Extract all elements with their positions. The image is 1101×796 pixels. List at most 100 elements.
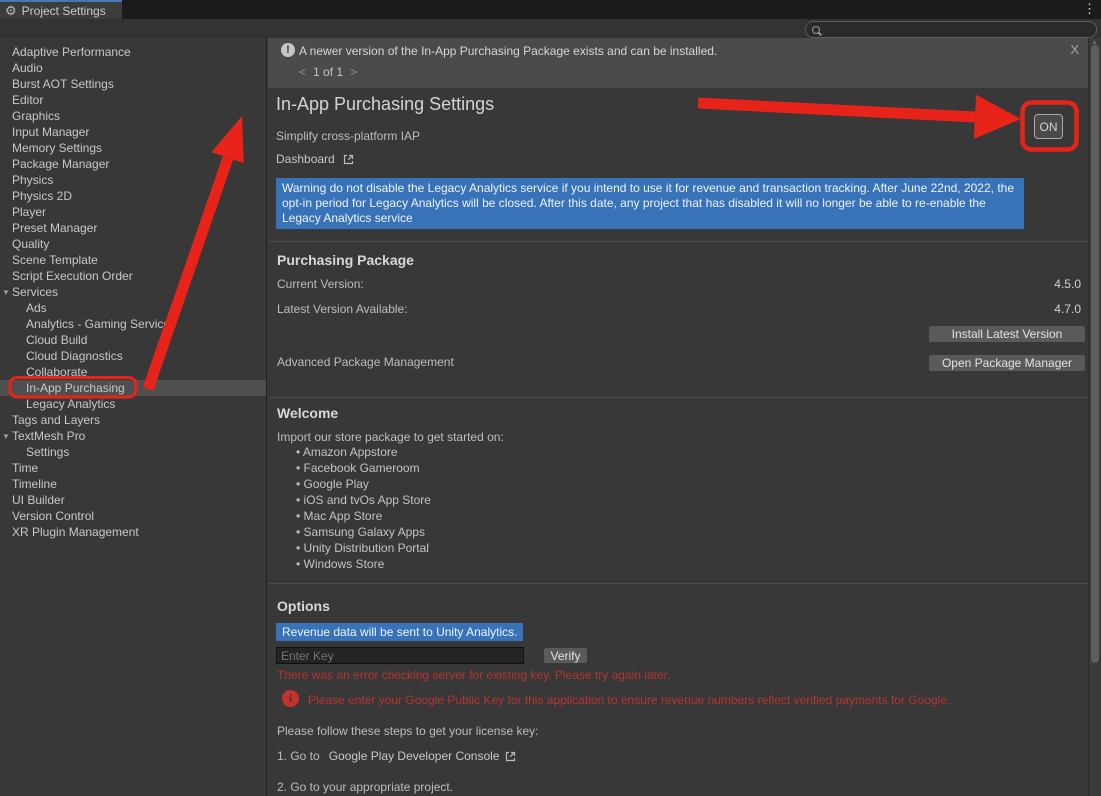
sidebar-item-label: Timeline: [12, 477, 57, 491]
kebab-menu-icon[interactable]: ⋮: [1083, 1, 1096, 17]
sidebar-item-label: UI Builder: [12, 493, 65, 507]
dashboard-link[interactable]: Dashboard: [276, 152, 355, 166]
sidebar-item-label: Legacy Analytics: [26, 397, 115, 411]
sidebar-item-label: Tags and Layers: [12, 413, 100, 427]
sidebar-item[interactable]: ▼ Quality: [0, 236, 266, 252]
sidebar-item[interactable]: ▼ Physics 2D: [0, 188, 266, 204]
welcome-intro: Import our store package to get started …: [277, 430, 504, 444]
pager-next-button[interactable]: >: [350, 65, 357, 79]
sidebar-item[interactable]: ▼ Time: [0, 460, 266, 476]
sidebar-item[interactable]: ▼ Timeline: [0, 476, 266, 492]
foldout-icon[interactable]: ▼: [2, 429, 10, 445]
open-package-manager-button[interactable]: Open Package Manager: [928, 354, 1086, 372]
store-list-item: Mac App Store: [296, 508, 431, 524]
sidebar-item[interactable]: ▼ Script Execution Order: [0, 268, 266, 284]
external-link-icon: [342, 153, 355, 166]
info-icon: i: [282, 690, 299, 707]
sidebar-item[interactable]: ▼ Preset Manager: [0, 220, 266, 236]
sidebar-item[interactable]: ▼ Adaptive Performance: [0, 44, 266, 60]
sidebar-item-label: Memory Settings: [12, 141, 102, 155]
page-title: In-App Purchasing Settings: [276, 94, 494, 115]
current-version-value: 4.5.0: [1054, 277, 1081, 291]
search-box[interactable]: [805, 21, 1097, 38]
sidebar-item-label: Scene Template: [12, 253, 98, 267]
verify-button[interactable]: Verify: [543, 647, 588, 664]
store-list-item: iOS and tvOs App Store: [296, 492, 431, 508]
notification-text: A newer version of the In-App Purchasing…: [299, 44, 717, 58]
sidebar-item[interactable]: ▼ Editor: [0, 92, 266, 108]
google-public-key-warning: Please enter your Google Public Key for …: [308, 693, 1083, 707]
sidebar-item-label: Quality: [12, 237, 49, 251]
notification-close-button[interactable]: X: [1070, 42, 1079, 57]
sidebar-item-label: Preset Manager: [12, 221, 97, 235]
pager-prev-button[interactable]: <: [299, 65, 306, 79]
sidebar-item-label: Physics: [12, 173, 53, 187]
sidebar-item[interactable]: ▼ Services: [0, 284, 266, 300]
sidebar-item[interactable]: ▼ Scene Template: [0, 252, 266, 268]
window-titlebar: ⚙ Project Settings ⋮: [0, 0, 1101, 19]
license-steps-intro: Please follow these steps to get your li…: [277, 724, 538, 738]
sidebar-item[interactable]: ▼ Audio: [0, 60, 266, 76]
legacy-analytics-warning: Warning do not disable the Legacy Analyt…: [276, 178, 1024, 229]
sidebar-item-label: Services: [12, 285, 58, 299]
tab-project-settings[interactable]: ⚙ Project Settings: [0, 0, 122, 19]
sidebar-item-label: Cloud Build: [26, 333, 87, 347]
latest-version-row: Latest Version Available: 4.7.0: [277, 302, 1081, 316]
sidebar-item-label: Graphics: [12, 109, 60, 123]
sidebar-item[interactable]: ▼ TextMesh Pro: [0, 428, 266, 444]
external-link-icon[interactable]: [504, 750, 517, 763]
sidebar-item[interactable]: ▼ Memory Settings: [0, 140, 266, 156]
sidebar-item-label: Input Manager: [12, 125, 89, 139]
store-list-item: Windows Store: [296, 556, 431, 572]
sidebar-item-label: Version Control: [12, 509, 94, 523]
settings-sidebar: ▼ Adaptive Performance ▼ Audio ▼ Burst A…: [0, 38, 267, 796]
settings-main-panel: ! A newer version of the In-App Purchasi…: [268, 38, 1101, 796]
sidebar-item-label: TextMesh Pro: [12, 429, 85, 443]
vertical-scrollbar[interactable]: ▲: [1088, 38, 1101, 796]
sidebar-item[interactable]: ▼ Tags and Layers: [0, 412, 266, 428]
sidebar-item[interactable]: ▼ XR Plugin Management: [0, 524, 266, 540]
sidebar-item[interactable]: ▼ Ads: [0, 300, 266, 316]
sidebar-item[interactable]: ▼ UI Builder: [0, 492, 266, 508]
sidebar-item-label: XR Plugin Management: [12, 525, 139, 539]
sidebar-item-label: Analytics - Gaming Services: [26, 317, 176, 331]
sidebar-item[interactable]: ▼ Collaborate: [0, 364, 266, 380]
sidebar-item[interactable]: ▼ Legacy Analytics: [0, 396, 266, 412]
sidebar-item[interactable]: ▼ In-App Purchasing: [0, 380, 266, 396]
section-divider: [268, 241, 1088, 242]
store-list-item: Google Play: [296, 476, 431, 492]
sidebar-item[interactable]: ▼ Cloud Build: [0, 332, 266, 348]
sidebar-item[interactable]: ▼ Version Control: [0, 508, 266, 524]
section-divider: [268, 397, 1088, 398]
unity-project-settings-window: { "window": { "tab_title": "Project Sett…: [0, 0, 1101, 796]
license-step-1: 1. Go to Google Play Developer Console: [277, 749, 517, 763]
iap-toggle-on-button[interactable]: ON: [1034, 114, 1063, 139]
foldout-icon[interactable]: ▼: [2, 285, 10, 301]
store-list: Amazon Appstore Facebook Gameroom Google…: [296, 444, 431, 572]
store-list-item: Unity Distribution Portal: [296, 540, 431, 556]
sidebar-item[interactable]: ▼ Player: [0, 204, 266, 220]
sidebar-item[interactable]: ▼ Package Manager: [0, 156, 266, 172]
install-latest-version-button[interactable]: Install Latest Version: [928, 325, 1086, 343]
sidebar-item-label: Burst AOT Settings: [12, 77, 114, 91]
sidebar-item-label: Time: [12, 461, 38, 475]
sidebar-item[interactable]: ▼ Analytics - Gaming Services: [0, 316, 266, 332]
server-error-text: There was an error checking server for e…: [277, 668, 670, 682]
sidebar-item[interactable]: ▼ Input Manager: [0, 124, 266, 140]
google-play-console-link[interactable]: Google Play Developer Console: [329, 749, 500, 763]
notification-pager: < 1 of 1 >: [299, 65, 357, 79]
sidebar-item[interactable]: ▼ Graphics: [0, 108, 266, 124]
sidebar-item-label: In-App Purchasing: [26, 381, 125, 395]
sidebar-item-label: Package Manager: [12, 157, 109, 171]
search-input[interactable]: [820, 24, 1096, 36]
latest-version-label: Latest Version Available:: [277, 302, 408, 316]
package-update-notification: ! A newer version of the In-App Purchasi…: [268, 38, 1088, 88]
sidebar-item[interactable]: ▼ Burst AOT Settings: [0, 76, 266, 92]
sidebar-item[interactable]: ▼ Physics: [0, 172, 266, 188]
sidebar-item[interactable]: ▼ Settings: [0, 444, 266, 460]
scrollbar-thumb[interactable]: [1091, 45, 1099, 663]
license-key-input[interactable]: [276, 647, 524, 664]
current-version-label: Current Version:: [277, 277, 364, 291]
advanced-package-management-label: Advanced Package Management: [277, 355, 454, 369]
sidebar-item[interactable]: ▼ Cloud Diagnostics: [0, 348, 266, 364]
